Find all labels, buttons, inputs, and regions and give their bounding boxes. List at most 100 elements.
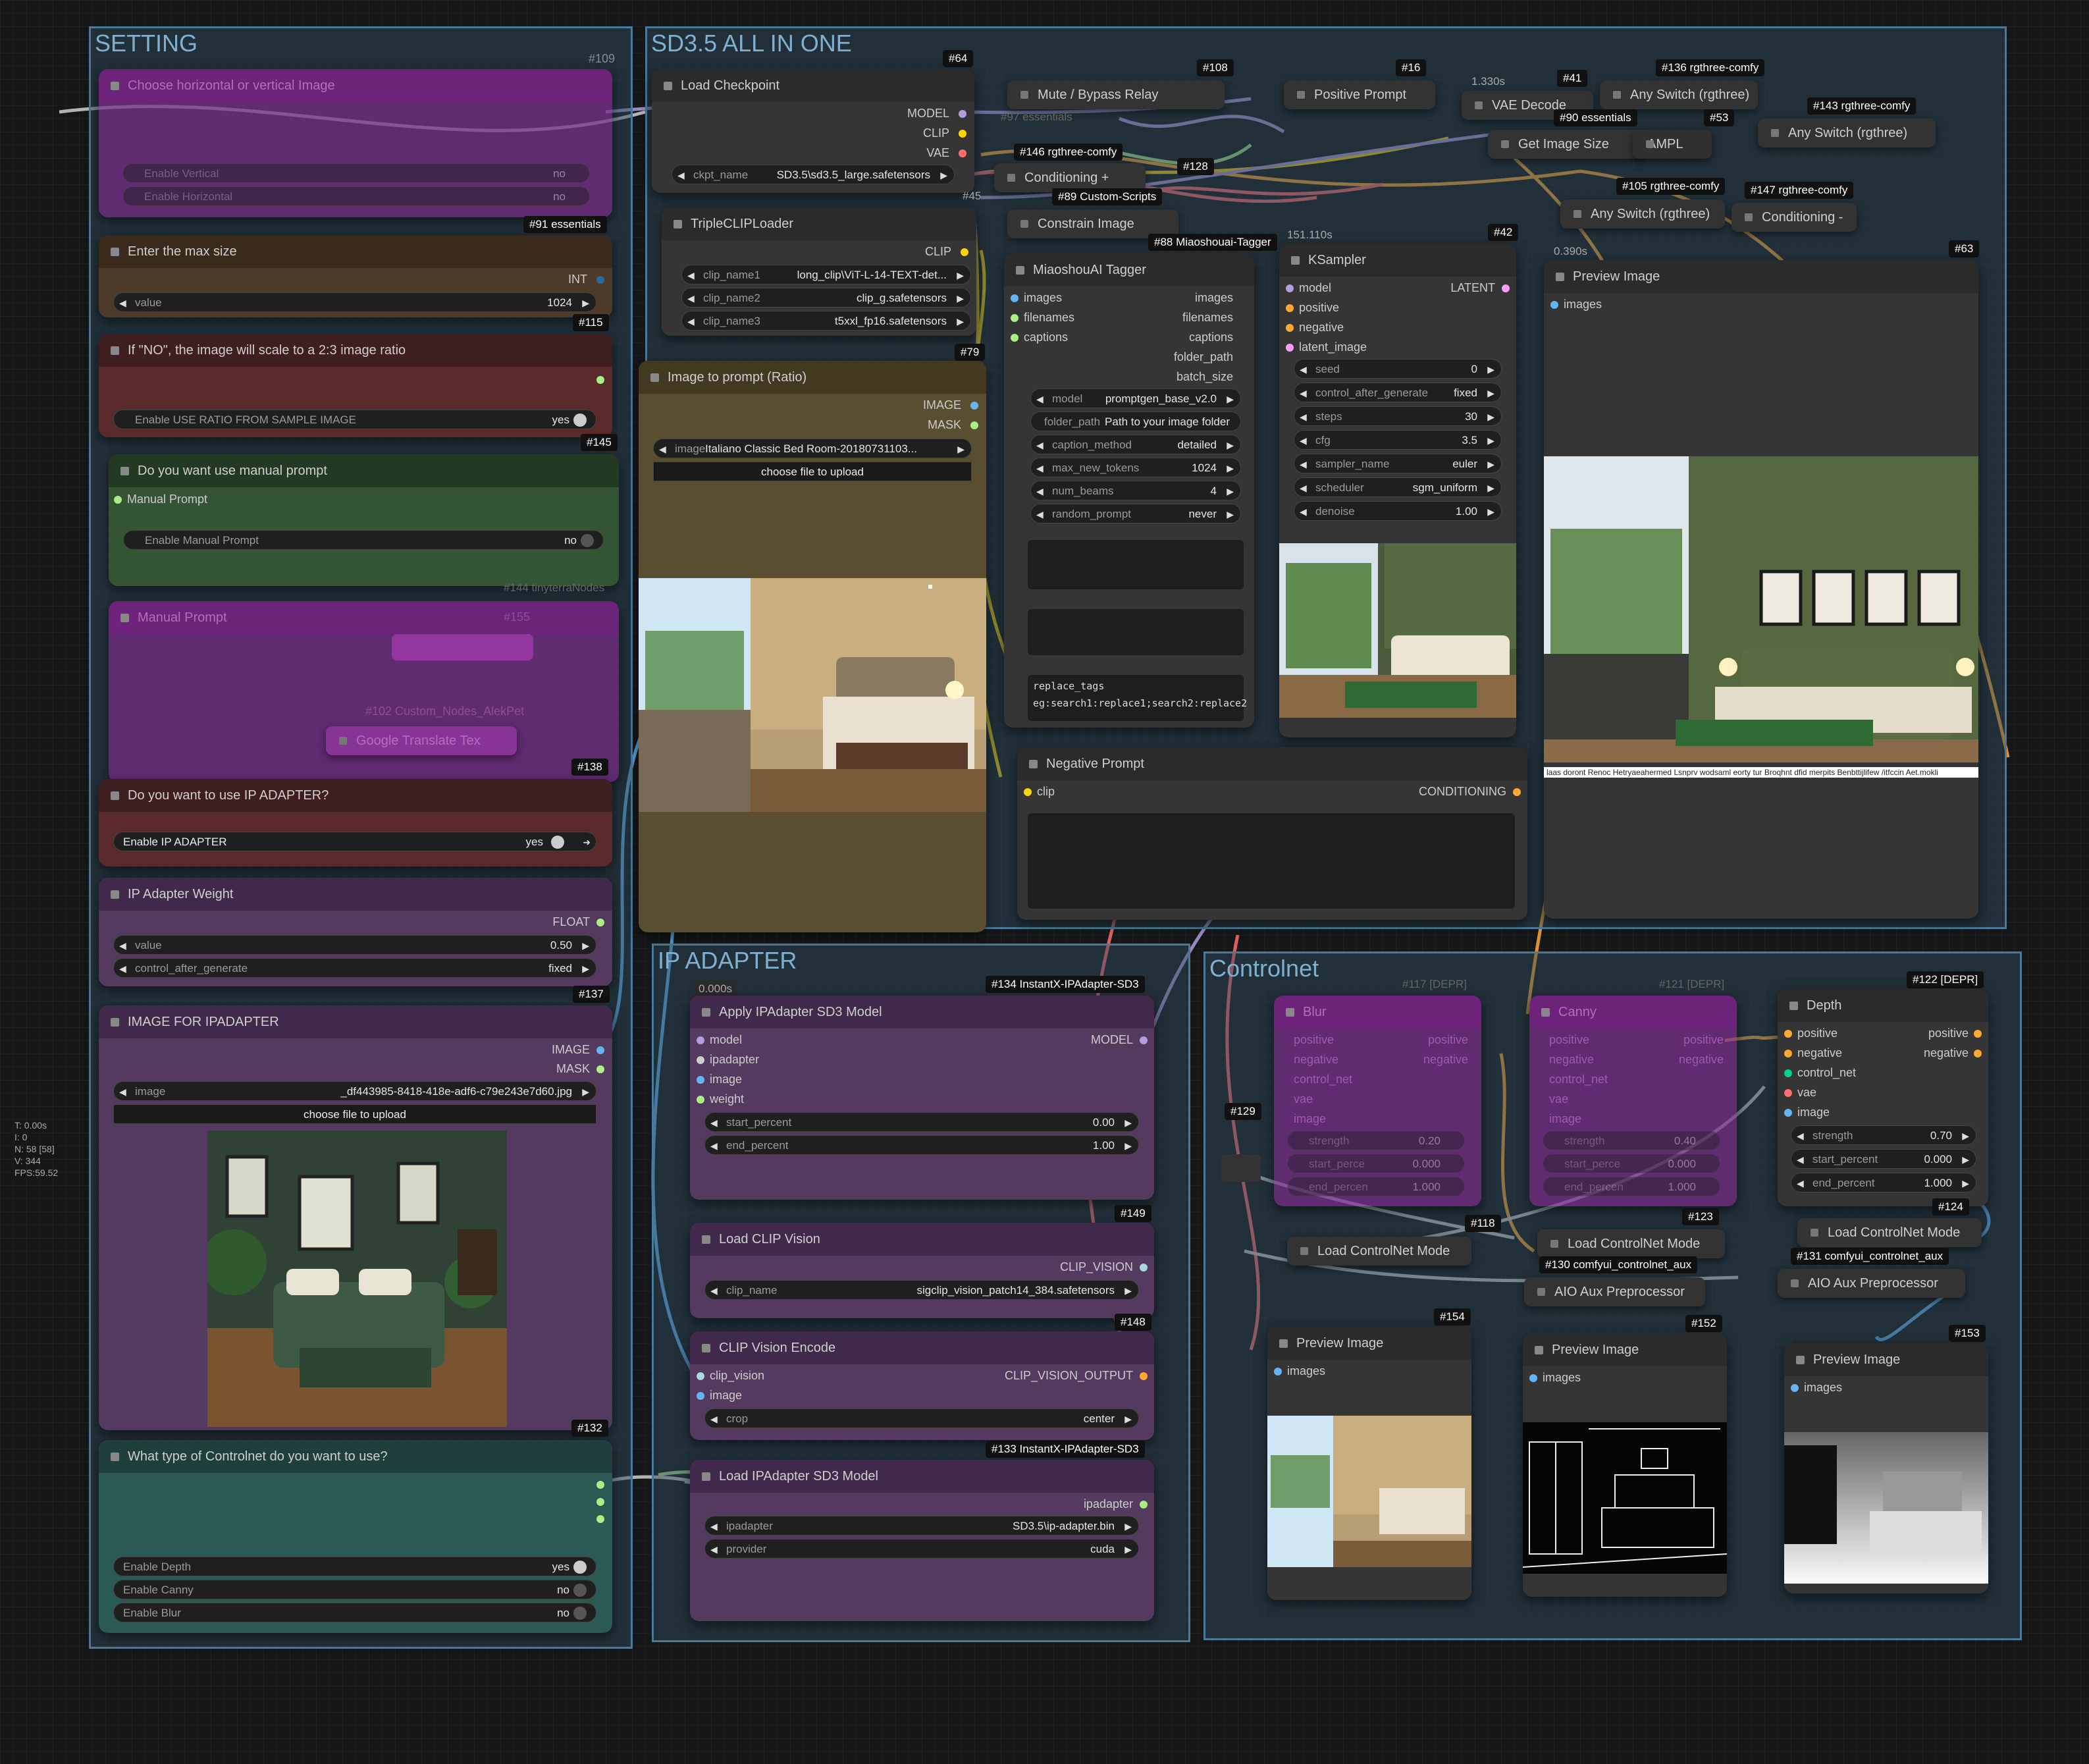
- sampler-mini-node[interactable]: AMPL: [1633, 130, 1712, 159]
- increment-icon[interactable]: ▶: [1227, 504, 1234, 524]
- output-dot[interactable]: [1974, 1030, 1982, 1038]
- increment-icon[interactable]: ▶: [957, 265, 964, 285]
- input-dot[interactable]: [1024, 788, 1032, 796]
- upload-button[interactable]: choose file to upload: [113, 1104, 596, 1124]
- input-dot[interactable]: [1286, 324, 1294, 332]
- output-dot[interactable]: [1140, 1501, 1148, 1509]
- clip-name3-widget[interactable]: ◀ clip_name3 t5xxl_fp16.safetensors ▶: [681, 311, 971, 331]
- decrement-icon[interactable]: ◀: [1300, 407, 1307, 427]
- ip-weight-node[interactable]: IP Adapter Weight FLOAT ◀ value 0.50 ▶ ◀ con…: [99, 878, 612, 986]
- increment-icon[interactable]: ▶: [1487, 502, 1494, 521]
- any-switch-node[interactable]: Any Switch (rgthree): [1600, 80, 1758, 109]
- triple-clip-loader-node[interactable]: TripleCLIPLoader CLIP ◀ clip_name1 long_cl…: [662, 207, 976, 336]
- input-dot[interactable]: [1529, 1374, 1537, 1382]
- random-prompt-widget[interactable]: ◀ random_prompt never ▶: [1030, 504, 1241, 523]
- output-dot[interactable]: [1513, 788, 1521, 796]
- output-dot[interactable]: [959, 149, 966, 157]
- decrement-icon[interactable]: ◀: [1300, 431, 1307, 450]
- max-size-widget[interactable]: ◀ value 1024 ▶: [113, 292, 596, 312]
- blur-controlnet-node[interactable]: Blur positive negative control_net vae i…: [1274, 996, 1481, 1206]
- increment-icon[interactable]: ▶: [1487, 431, 1494, 450]
- seed-widget[interactable]: ◀ seed 0 ▶: [1294, 359, 1502, 379]
- preview-image-node[interactable]: Preview Image images: [1267, 1327, 1471, 1600]
- decrement-icon[interactable]: ◀: [1036, 389, 1044, 409]
- clip-name1-widget[interactable]: ◀ clip_name1 long_clip\ViT-L-14-TEXT-det..…: [681, 265, 971, 284]
- increment-icon[interactable]: ▶: [1124, 1539, 1132, 1559]
- output-dot[interactable]: [596, 376, 604, 384]
- control-after-generate-widget[interactable]: ◀ control_after_generate fixed ▶: [113, 958, 596, 978]
- output-dot[interactable]: [1140, 1264, 1148, 1271]
- upload-button[interactable]: choose file to upload: [653, 462, 972, 481]
- decrement-icon[interactable]: ◀: [1036, 435, 1044, 455]
- output-dot[interactable]: [970, 421, 978, 429]
- image-for-ipadapter-node[interactable]: IMAGE FOR IPADAPTER IMAGE MASK ◀ image _df…: [99, 1005, 612, 1430]
- input-dot[interactable]: [697, 1392, 704, 1400]
- increment-icon[interactable]: ▶: [582, 936, 589, 955]
- input-dot[interactable]: [114, 496, 122, 504]
- increment-icon[interactable]: ▶: [1487, 407, 1494, 427]
- input-dot[interactable]: [1274, 1368, 1282, 1376]
- input-dot[interactable]: [1791, 1384, 1799, 1392]
- increment-icon[interactable]: ▶: [1487, 454, 1494, 474]
- decrement-icon[interactable]: ◀: [1300, 502, 1307, 521]
- decrement-icon[interactable]: ◀: [710, 1281, 718, 1300]
- positive-prompt-node[interactable]: Positive Prompt: [1284, 80, 1435, 109]
- folder-path-input[interactable]: folder_path Path to your image folder: [1030, 412, 1241, 431]
- ip-weight-widget[interactable]: ◀ value 0.50 ▶: [113, 935, 596, 955]
- output-dot[interactable]: [1140, 1372, 1148, 1380]
- decrement-icon[interactable]: ◀: [1797, 1126, 1804, 1146]
- prompt-textarea-2[interactable]: [1028, 609, 1244, 655]
- load-checkpoint-node[interactable]: Load Checkpoint MODEL CLIP VAE ◀ ckpt_nam…: [652, 69, 974, 193]
- input-dot[interactable]: [697, 1036, 704, 1044]
- decrement-icon[interactable]: ◀: [710, 1409, 718, 1429]
- output-dot[interactable]: [596, 1481, 604, 1489]
- input-dot[interactable]: [1784, 1069, 1792, 1077]
- controlnet-type-node[interactable]: What type of Controlnet do you want to u…: [99, 1440, 612, 1633]
- decrement-icon[interactable]: ◀: [119, 293, 126, 313]
- decrement-icon[interactable]: ◀: [687, 288, 695, 308]
- input-dot[interactable]: [1011, 314, 1018, 322]
- decrement-icon[interactable]: ◀: [710, 1113, 718, 1133]
- clip-vision-encode-node[interactable]: CLIP Vision Encode clip_vision image CLI…: [690, 1331, 1154, 1440]
- mute-bypass-relay-node[interactable]: Mute / Bypass Relay: [1007, 80, 1225, 109]
- ksampler-node[interactable]: KSampler model positive negative latent_…: [1279, 244, 1516, 737]
- prompt-textarea-1[interactable]: [1028, 540, 1244, 589]
- manual-prompt-node[interactable]: Manual Prompt #155 #102 Custom_Nodes_Ale…: [109, 601, 619, 782]
- enable-depth-toggle[interactable]: Enable Depth yes: [113, 1557, 596, 1576]
- increment-icon[interactable]: ▶: [1487, 383, 1494, 403]
- input-dot[interactable]: [1784, 1030, 1792, 1038]
- input-dot[interactable]: [697, 1076, 704, 1084]
- increment-icon[interactable]: ▶: [1124, 1281, 1132, 1300]
- increment-icon[interactable]: ▶: [1227, 435, 1234, 455]
- conditioning-minus-node[interactable]: Conditioning -: [1732, 203, 1857, 232]
- ratio-node[interactable]: If "NO", the image will scale to a 2:3 i…: [99, 334, 612, 437]
- strength-widget[interactable]: ◀ strength 0.70 ▶: [1791, 1125, 1976, 1145]
- strength-widget[interactable]: strength 0.40: [1543, 1131, 1720, 1150]
- load-ipadapter-node[interactable]: Load IPAdapter SD3 Model ipadapter ◀ ipad…: [690, 1460, 1154, 1621]
- ipadapter-select-widget[interactable]: ◀ ipadapter SD3.5\ip-adapter.bin ▶: [704, 1516, 1139, 1536]
- replace-tags-textarea[interactable]: replace_tags eg:search1:replace1;search2…: [1028, 675, 1247, 721]
- image-select-widget[interactable]: ◀ image Italiano Classic Bed Room-20180731…: [653, 439, 972, 458]
- decrement-icon[interactable]: ◀: [1036, 481, 1044, 501]
- enable-vertical-toggle[interactable]: Enable Vertical no: [122, 163, 590, 183]
- aio-aux-preprocessor-node[interactable]: AIO Aux Preprocessor: [1778, 1269, 1965, 1298]
- input-dot[interactable]: [1784, 1089, 1792, 1097]
- increment-icon[interactable]: ▶: [957, 439, 965, 459]
- manual-prompt-switch-node[interactable]: Do you want use manual prompt Manual Pro…: [109, 454, 619, 586]
- sampler-name-widget[interactable]: ◀ sampler_name euler ▶: [1294, 454, 1502, 473]
- orientation-node[interactable]: Choose horizontal or vertical Image Enab…: [99, 69, 612, 217]
- decrement-icon[interactable]: ◀: [119, 936, 126, 955]
- load-controlnet-node[interactable]: Load ControlNet Mode: [1797, 1218, 1982, 1247]
- increment-icon[interactable]: ▶: [940, 165, 947, 185]
- image-to-prompt-node[interactable]: Image to prompt (Ratio) IMAGE MASK ◀ imag…: [639, 361, 986, 932]
- increment-icon[interactable]: ▶: [1227, 389, 1234, 409]
- decrement-icon[interactable]: ◀: [1300, 360, 1307, 379]
- increment-icon[interactable]: ▶: [582, 293, 589, 313]
- clip-name2-widget[interactable]: ◀ clip_name2 clip_g.safetensors ▶: [681, 288, 971, 307]
- use-ratio-toggle[interactable]: Enable USE RATIO FROM SAMPLE IMAGE yes: [113, 410, 596, 429]
- miaoshouai-tagger-node[interactable]: MiaoshouAI Tagger images filenames capti…: [1004, 254, 1254, 728]
- increment-icon[interactable]: ▶: [1124, 1409, 1132, 1429]
- increment-icon[interactable]: ▶: [1124, 1516, 1132, 1536]
- output-dot[interactable]: [1140, 1036, 1148, 1044]
- use-ipadapter-toggle[interactable]: Enable IP ADAPTER yes ➜: [113, 832, 596, 851]
